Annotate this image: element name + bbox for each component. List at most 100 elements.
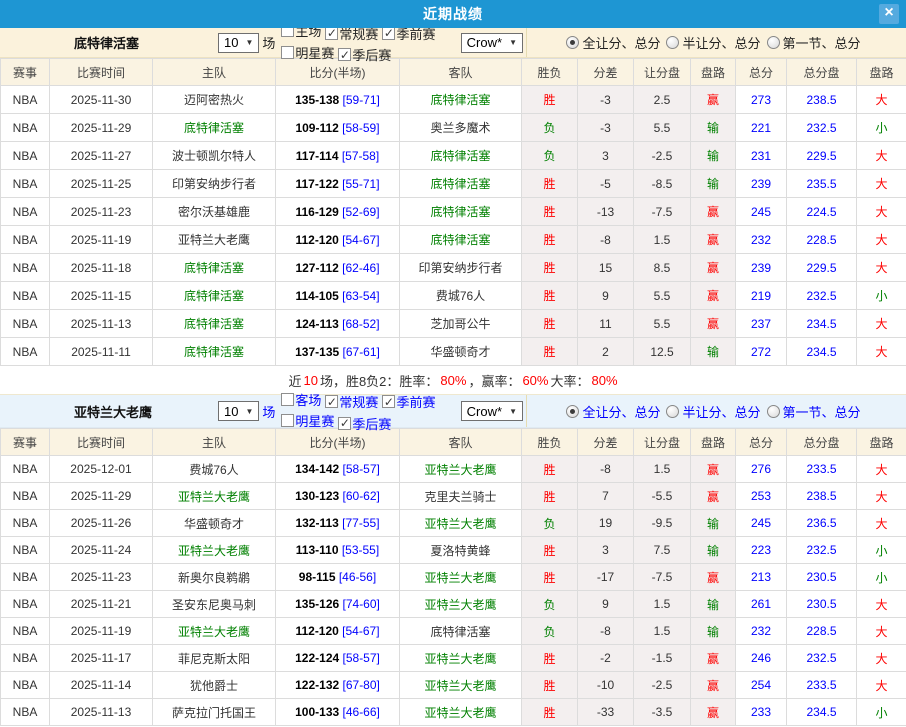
radio-icon[interactable] <box>666 405 679 418</box>
cell-total-line: 233.5 <box>787 672 857 699</box>
filter-checkbox-item[interactable]: 客场 <box>277 390 321 409</box>
cell-home-team: 费城76人 <box>153 456 276 483</box>
games-count-select[interactable]: 10▼ <box>218 401 259 421</box>
radio-option[interactable]: 半让分、总分 <box>666 33 760 52</box>
cell-handicap-line: -7.5 <box>634 564 691 591</box>
cell-total-line: 233.5 <box>787 456 857 483</box>
cell-handicap-line: 12.5 <box>634 338 691 366</box>
radio-option[interactable]: 第一节、总分 <box>767 402 861 421</box>
radio-option[interactable]: 第一节、总分 <box>767 33 861 52</box>
checkbox-icon[interactable]: ✓ <box>382 27 395 40</box>
checkbox-icon[interactable] <box>281 414 294 427</box>
cell-away-team: 奥兰多魔术 <box>400 114 522 142</box>
radio-option[interactable]: 全让分、总分 <box>566 33 660 52</box>
checkbox-icon[interactable]: ✓ <box>325 27 338 40</box>
cell-handicap-result: 赢 <box>691 672 736 699</box>
checkbox-icon[interactable]: ✓ <box>382 395 395 408</box>
table-row: NBA2025-11-14犹他爵士122-132 [67-80]亚特兰大老鹰胜-… <box>1 672 906 699</box>
score-full: 127-112 <box>295 261 338 275</box>
column-header: 总分 <box>736 429 787 456</box>
checkbox-icon[interactable] <box>281 46 294 59</box>
cell-away-team: 芝加哥公牛 <box>400 310 522 338</box>
close-icon[interactable]: × <box>879 4 899 24</box>
cell-score: 135-138 [59-71] <box>276 86 400 114</box>
cell-score: 117-114 [57-58] <box>276 142 400 170</box>
bookmaker-select[interactable]: Crow*▼ <box>461 33 523 53</box>
cell-point-diff: 9 <box>578 282 634 310</box>
cell-over-under: 大 <box>857 310 906 338</box>
cell-date: 2025-11-23 <box>50 564 153 591</box>
filter-checkbox-item[interactable]: 明星赛 <box>277 43 334 62</box>
cell-home-team: 底特律活塞 <box>153 338 276 366</box>
radio-icon[interactable] <box>666 36 679 49</box>
score-full: 124-113 <box>295 317 338 331</box>
cell-point-diff: -17 <box>578 564 634 591</box>
cell-total-points: 253 <box>736 483 787 510</box>
filter-checkbox-item[interactable]: ✓季前赛 <box>378 392 435 411</box>
checkbox-icon[interactable]: ✓ <box>325 395 338 408</box>
column-header: 盘路 <box>691 429 736 456</box>
column-header: 胜负 <box>522 429 578 456</box>
cell-point-diff: 3 <box>578 537 634 564</box>
games-count-select[interactable]: 10▼ <box>218 33 259 53</box>
filter-checkbox-item[interactable]: ✓季后赛 <box>334 45 391 64</box>
cell-result: 胜 <box>522 699 578 726</box>
radio-option[interactable]: 全让分、总分 <box>566 402 660 421</box>
cell-result: 胜 <box>522 282 578 310</box>
cell-home-team: 底特律活塞 <box>153 114 276 142</box>
checkbox-icon[interactable] <box>281 393 294 406</box>
cell-date: 2025-11-14 <box>50 672 153 699</box>
cell-over-under: 大 <box>857 510 906 537</box>
radio-icon[interactable] <box>767 405 780 418</box>
cell-score: 113-110 [53-55] <box>276 537 400 564</box>
cell-away-team: 费城76人 <box>400 282 522 310</box>
filter-checkbox-item[interactable]: 明星赛 <box>277 411 334 430</box>
radio-icon[interactable] <box>566 405 579 418</box>
cell-handicap-result: 赢 <box>691 456 736 483</box>
cell-score: 98-115 [46-56] <box>276 564 400 591</box>
cell-away-team: 亚特兰大老鹰 <box>400 564 522 591</box>
cell-total-line: 238.5 <box>787 86 857 114</box>
cell-date: 2025-12-01 <box>50 456 153 483</box>
cell-score: 114-105 [63-54] <box>276 282 400 310</box>
cell-total-line: 238.5 <box>787 483 857 510</box>
column-header: 客队 <box>400 429 522 456</box>
radio-icon[interactable] <box>767 36 780 49</box>
cell-handicap-line: 1.5 <box>634 456 691 483</box>
cell-home-team: 底特律活塞 <box>153 310 276 338</box>
cell-handicap-result: 赢 <box>691 198 736 226</box>
table-header-row: 赛事比赛时间主队比分(半场)客队胜负分差让分盘盘路总分总分盘盘路 <box>1 429 906 456</box>
cell-date: 2025-11-24 <box>50 537 153 564</box>
cell-score: 109-112 [58-59] <box>276 114 400 142</box>
cell-league: NBA <box>1 254 50 282</box>
cell-home-team: 底特律活塞 <box>153 254 276 282</box>
cell-total-points: 276 <box>736 456 787 483</box>
filter-checkbox-item[interactable]: ✓季后赛 <box>334 414 391 433</box>
table-row: NBA2025-11-27波士顿凯尔特人117-114 [57-58]底特律活塞… <box>1 142 906 170</box>
table-row: NBA2025-11-23新奥尔良鹈鹕98-115 [46-56]亚特兰大老鹰胜… <box>1 564 906 591</box>
cell-over-under: 大 <box>857 198 906 226</box>
cell-total-points: 232 <box>736 226 787 254</box>
cell-away-team: 亚特兰大老鹰 <box>400 591 522 618</box>
checkbox-icon[interactable]: ✓ <box>338 417 351 430</box>
radio-option[interactable]: 半让分、总分 <box>666 402 760 421</box>
cell-total-line: 232.5 <box>787 645 857 672</box>
cell-league: NBA <box>1 142 50 170</box>
cell-point-diff: -2 <box>578 645 634 672</box>
cell-over-under: 大 <box>857 456 906 483</box>
cell-point-diff: -33 <box>578 699 634 726</box>
bookmaker-select[interactable]: Crow*▼ <box>461 401 523 421</box>
cell-handicap-result: 赢 <box>691 282 736 310</box>
table-row: NBA2025-12-01费城76人134-142 [58-57]亚特兰大老鹰胜… <box>1 456 906 483</box>
cell-total-points: 223 <box>736 537 787 564</box>
cell-away-team: 底特律活塞 <box>400 170 522 198</box>
chevron-down-icon: ▼ <box>245 407 253 416</box>
score-half: [46-66] <box>339 705 380 719</box>
score-half: [58-57] <box>339 651 380 665</box>
score-full: 117-114 <box>296 149 339 163</box>
checkbox-icon[interactable]: ✓ <box>338 48 351 61</box>
score-half: [46-56] <box>336 570 377 584</box>
cell-away-team: 底特律活塞 <box>400 142 522 170</box>
filter-checkbox-item[interactable]: ✓常规赛 <box>321 392 378 411</box>
radio-icon[interactable] <box>566 36 579 49</box>
